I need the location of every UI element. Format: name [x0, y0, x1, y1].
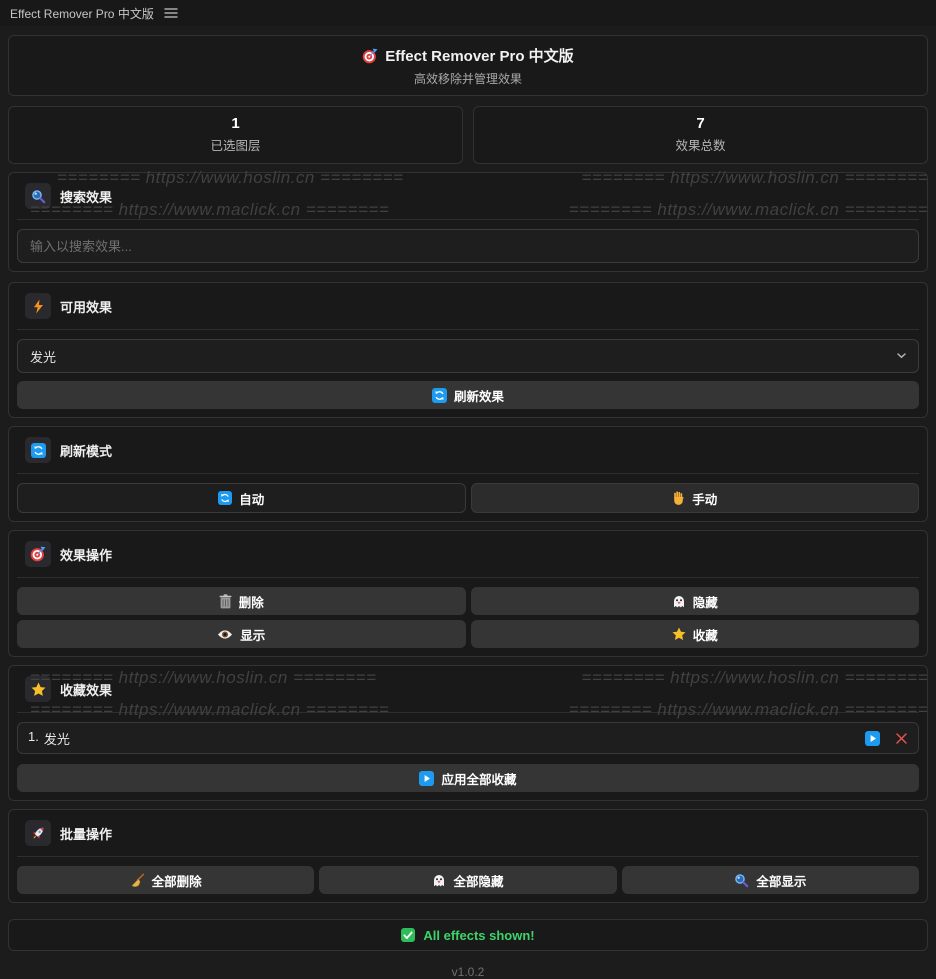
button-label: 收藏 — [693, 625, 718, 644]
eye-icon — [217, 629, 233, 640]
section-title: 效果操作 — [60, 545, 112, 564]
stats-row: 1 已选图层 7 效果总数 — [8, 106, 928, 164]
auto-mode-button[interactable]: 自动 — [17, 483, 466, 513]
star-icon — [25, 676, 51, 702]
section-title: 刷新模式 — [60, 441, 112, 460]
hand-icon — [672, 491, 685, 506]
main-content: Effect Remover Pro 中文版 高效移除并管理效果 1 已选图层 … — [0, 26, 936, 979]
effects-section-header: 可用效果 — [17, 291, 919, 330]
manual-mode-button[interactable]: 手动 — [471, 483, 920, 513]
trash-icon — [219, 594, 232, 609]
favorite-effect-button[interactable]: 收藏 — [471, 620, 920, 648]
favorite-actions — [865, 731, 908, 746]
search-section: 搜索效果 — [8, 172, 928, 272]
batch-header: 批量操作 — [17, 818, 919, 857]
status-message: All effects shown! — [423, 928, 534, 943]
button-label: 手动 — [692, 489, 717, 508]
app-header: Effect Remover Pro 中文版 — [17, 45, 919, 66]
search-icon — [734, 873, 749, 888]
section-title: 批量操作 — [60, 824, 112, 843]
page-subtitle: 高效移除并管理效果 — [17, 70, 919, 87]
batch-grid: 全部删除 全部隐藏 — [17, 866, 919, 894]
refresh-effects-button[interactable]: 刷新效果 — [17, 381, 919, 409]
section-title: 可用效果 — [60, 297, 112, 316]
delete-all-button[interactable]: 全部删除 — [17, 866, 314, 894]
operations-grid: 删除 隐藏 — [17, 587, 919, 648]
stat-value: 7 — [474, 115, 927, 132]
titlebar: Effect Remover Pro 中文版 — [0, 0, 936, 26]
section-title: 搜索效果 — [60, 187, 112, 206]
search-icon — [25, 183, 51, 209]
button-label: 应用全部收藏 — [441, 769, 516, 788]
show-effect-button[interactable]: 显示 — [17, 620, 466, 648]
target-icon — [362, 48, 378, 64]
button-label: 全部隐藏 — [453, 871, 503, 890]
header-card: Effect Remover Pro 中文版 高效移除并管理效果 — [8, 35, 928, 96]
apply-favorite-button[interactable] — [865, 731, 880, 746]
mode-buttons: 自动 手动 — [17, 483, 919, 513]
target-icon — [25, 541, 51, 567]
favorites-section: 收藏效果 1.发光 — [8, 665, 928, 801]
selected-effect: 发光 — [30, 347, 56, 366]
search-input[interactable] — [17, 229, 919, 263]
refresh-icon — [432, 388, 447, 403]
refresh-mode-header: 刷新模式 — [17, 435, 919, 474]
play-icon — [419, 771, 434, 786]
star-icon — [672, 627, 686, 641]
refresh-icon — [25, 437, 51, 463]
stat-total-effects: 7 效果总数 — [473, 106, 928, 164]
stat-selected-layers: 1 已选图层 — [8, 106, 463, 164]
button-label: 自动 — [239, 489, 264, 508]
show-all-button[interactable]: 全部显示 — [622, 866, 919, 894]
check-icon — [401, 928, 415, 942]
apply-all-favorites-button[interactable]: 应用全部收藏 — [17, 764, 919, 792]
hide-all-button[interactable]: 全部隐藏 — [319, 866, 616, 894]
ghost-icon — [672, 594, 686, 609]
favorite-name: 1.发光 — [28, 729, 865, 748]
batch-section: 批量操作 全部删除 — [8, 809, 928, 903]
window-title: Effect Remover Pro 中文版 — [10, 5, 154, 22]
effects-section: 可用效果 发光 刷新效果 — [8, 282, 928, 418]
stat-label: 效果总数 — [474, 135, 927, 154]
delete-effect-button[interactable]: 删除 — [17, 587, 466, 615]
button-label: 刷新效果 — [454, 386, 504, 405]
refresh-mode-section: 刷新模式 自动 — [8, 426, 928, 522]
refresh-icon — [218, 491, 232, 505]
remove-favorite-button[interactable] — [895, 732, 908, 745]
section-title: 收藏效果 — [60, 680, 112, 699]
broom-icon — [130, 873, 145, 888]
status-bar: All effects shown! — [8, 919, 928, 951]
operations-header: 效果操作 — [17, 539, 919, 578]
effect-select[interactable]: 发光 — [17, 339, 919, 373]
button-label: 显示 — [240, 625, 265, 644]
button-label: 删除 — [239, 592, 264, 611]
operations-section: 效果操作 删除 — [8, 530, 928, 657]
button-label: 全部删除 — [152, 871, 202, 890]
ghost-icon — [432, 873, 446, 888]
search-section-header: 搜索效果 — [17, 181, 919, 220]
lightning-icon — [25, 293, 51, 319]
stat-label: 已选图层 — [9, 135, 462, 154]
button-label: 隐藏 — [693, 592, 718, 611]
favorite-list-item: 1.发光 — [17, 722, 919, 754]
favorites-header: 收藏效果 — [17, 674, 919, 713]
rocket-icon — [25, 820, 51, 846]
page-title: Effect Remover Pro 中文版 — [385, 45, 573, 66]
hamburger-icon[interactable] — [164, 7, 178, 19]
stat-value: 1 — [9, 115, 462, 132]
button-label: 全部显示 — [756, 871, 806, 890]
hide-effect-button[interactable]: 隐藏 — [471, 587, 920, 615]
chevron-down-icon — [897, 353, 906, 359]
version-label: v1.0.2 — [8, 965, 928, 979]
close-icon — [895, 732, 908, 745]
play-icon — [865, 731, 880, 746]
